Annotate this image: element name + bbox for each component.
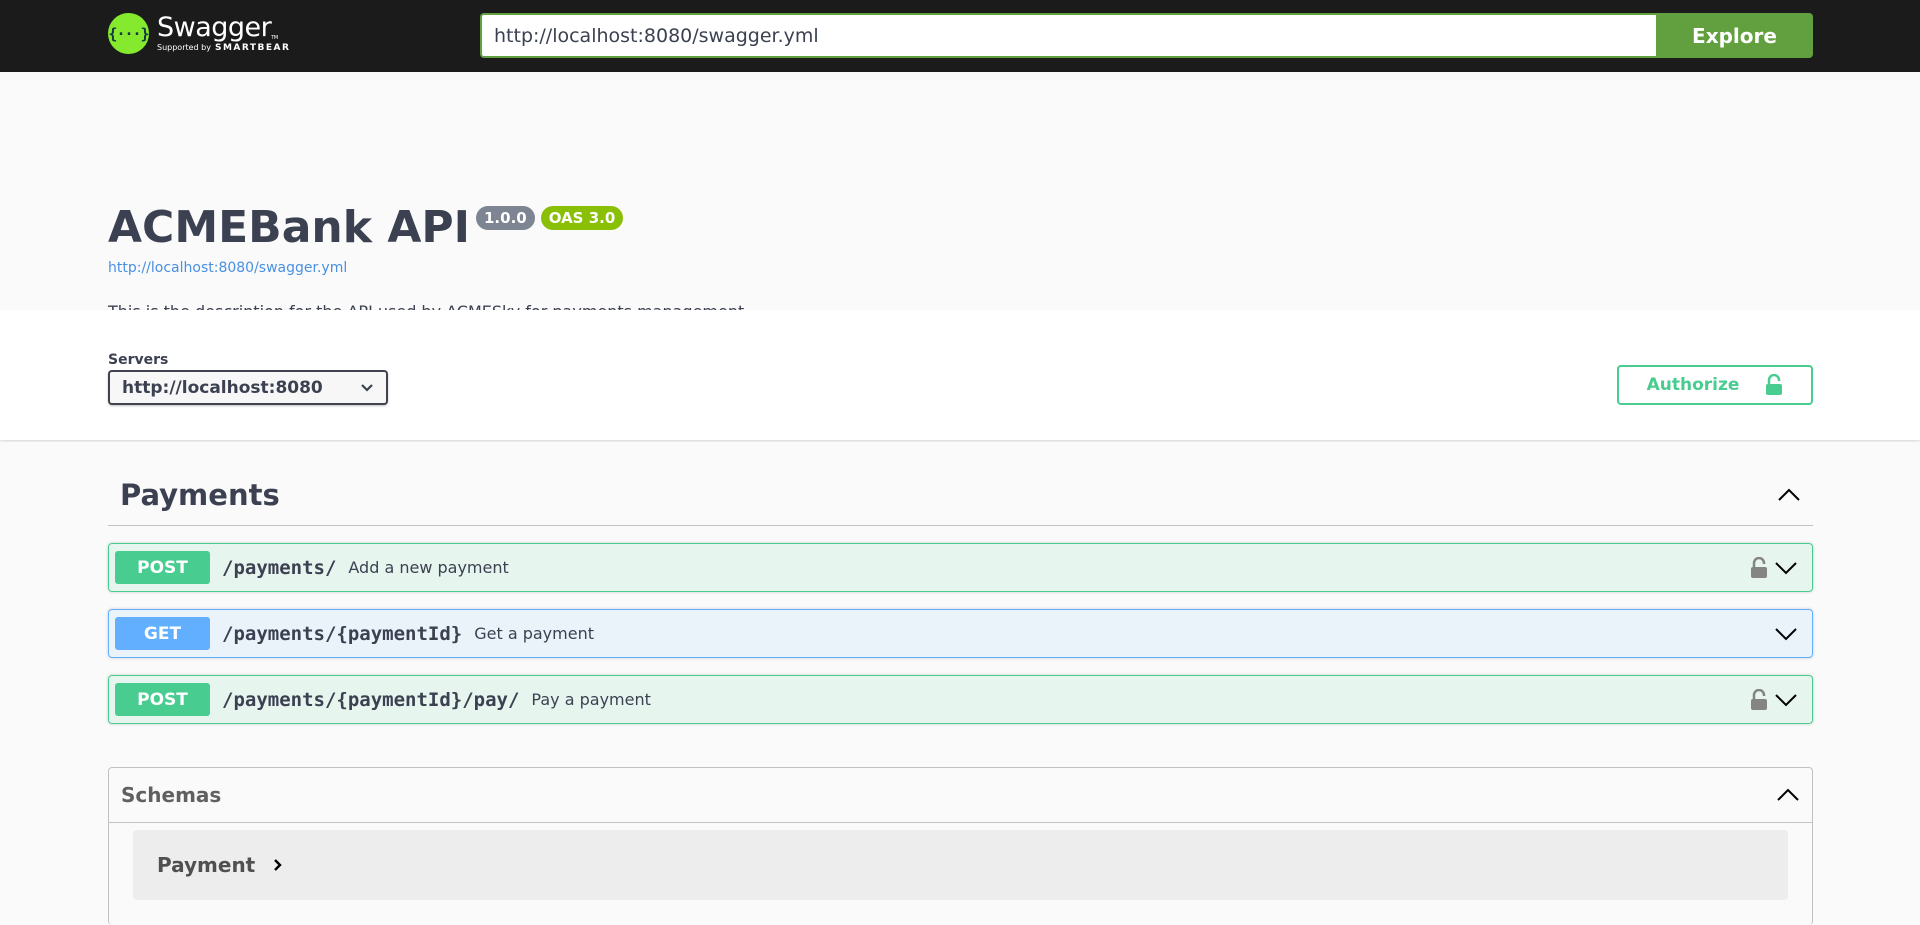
operation-path: /payments/ [222,556,337,579]
spec-url-form: Explore [480,13,1813,58]
chevron-down-icon[interactable] [1774,693,1798,707]
operation-path: /payments/{paymentId}/pay/ [222,688,520,711]
logo-company: SMARTBEAR [214,43,291,53]
operation-path: /payments/{paymentId} [222,622,463,645]
servers-selected-value: http://localhost:8080 [122,377,323,398]
scheme-container: Servers http://localhost:8080 Authorize [0,310,1920,440]
operation-summary: Add a new payment [348,558,509,577]
swagger-logo[interactable]: {···} SwaggerTM Supported by SMARTBEAR [108,13,290,54]
operation-post-pay-payment[interactable]: POST /payments/{paymentId}/pay/ Pay a pa… [108,675,1813,724]
topbar: {···} SwaggerTM Supported bySMARTBEAR Ex… [0,0,1920,72]
schema-item-payment[interactable]: Payment [133,830,1788,900]
spec-url-input[interactable] [480,13,1656,58]
authorize-label: Authorize [1646,375,1740,395]
method-badge: POST [115,551,210,584]
schemas-title: Schemas [121,783,222,807]
lock-icon[interactable] [1750,556,1768,579]
authorize-button[interactable]: Authorize [1617,365,1813,405]
operation-post-payments[interactable]: POST /payments/ Add a new payment [108,543,1813,592]
oas-badge: OAS 3.0 [540,206,624,230]
schemas-header[interactable]: Schemas [109,768,1812,823]
chevron-down-icon[interactable] [1774,561,1798,575]
tag-header-payments[interactable]: Payments [108,465,1813,526]
tag-section-payments: Payments POST /payments/ Add a new payme… [108,465,1813,724]
operation-get-payment[interactable]: GET /payments/{paymentId} Get a payment [108,609,1813,658]
method-badge: POST [115,683,210,716]
explore-button[interactable]: Explore [1656,13,1813,58]
swagger-logo-icon: {···} [108,13,150,54]
operation-summary: Get a payment [474,624,594,643]
schema-name: Payment [157,853,256,877]
schemas-section: Schemas Payment [108,767,1813,925]
chevron-up-icon[interactable] [1776,788,1800,802]
spec-url-link[interactable]: http://localhost:8080/swagger.yml [108,260,347,276]
servers-label: Servers [108,352,169,368]
api-info: ACMEBank API 1.0.0 OAS 3.0 http://localh… [0,72,1920,321]
logo-name: Swagger [157,12,272,43]
servers-select[interactable]: http://localhost:8080 [108,370,388,405]
unlock-icon [1766,374,1783,395]
operation-summary: Pay a payment [531,690,651,709]
chevron-down-icon [361,383,373,392]
version-badge: 1.0.0 [476,206,535,230]
method-badge: GET [115,617,210,650]
chevron-up-icon[interactable] [1777,488,1801,502]
logo-supported-by: Supported by [157,43,211,52]
chevron-right-icon[interactable] [273,858,283,872]
chevron-down-icon[interactable] [1774,627,1798,641]
lock-icon[interactable] [1750,688,1768,711]
api-title: ACMEBank API [108,202,470,253]
tag-title: Payments [120,478,280,512]
